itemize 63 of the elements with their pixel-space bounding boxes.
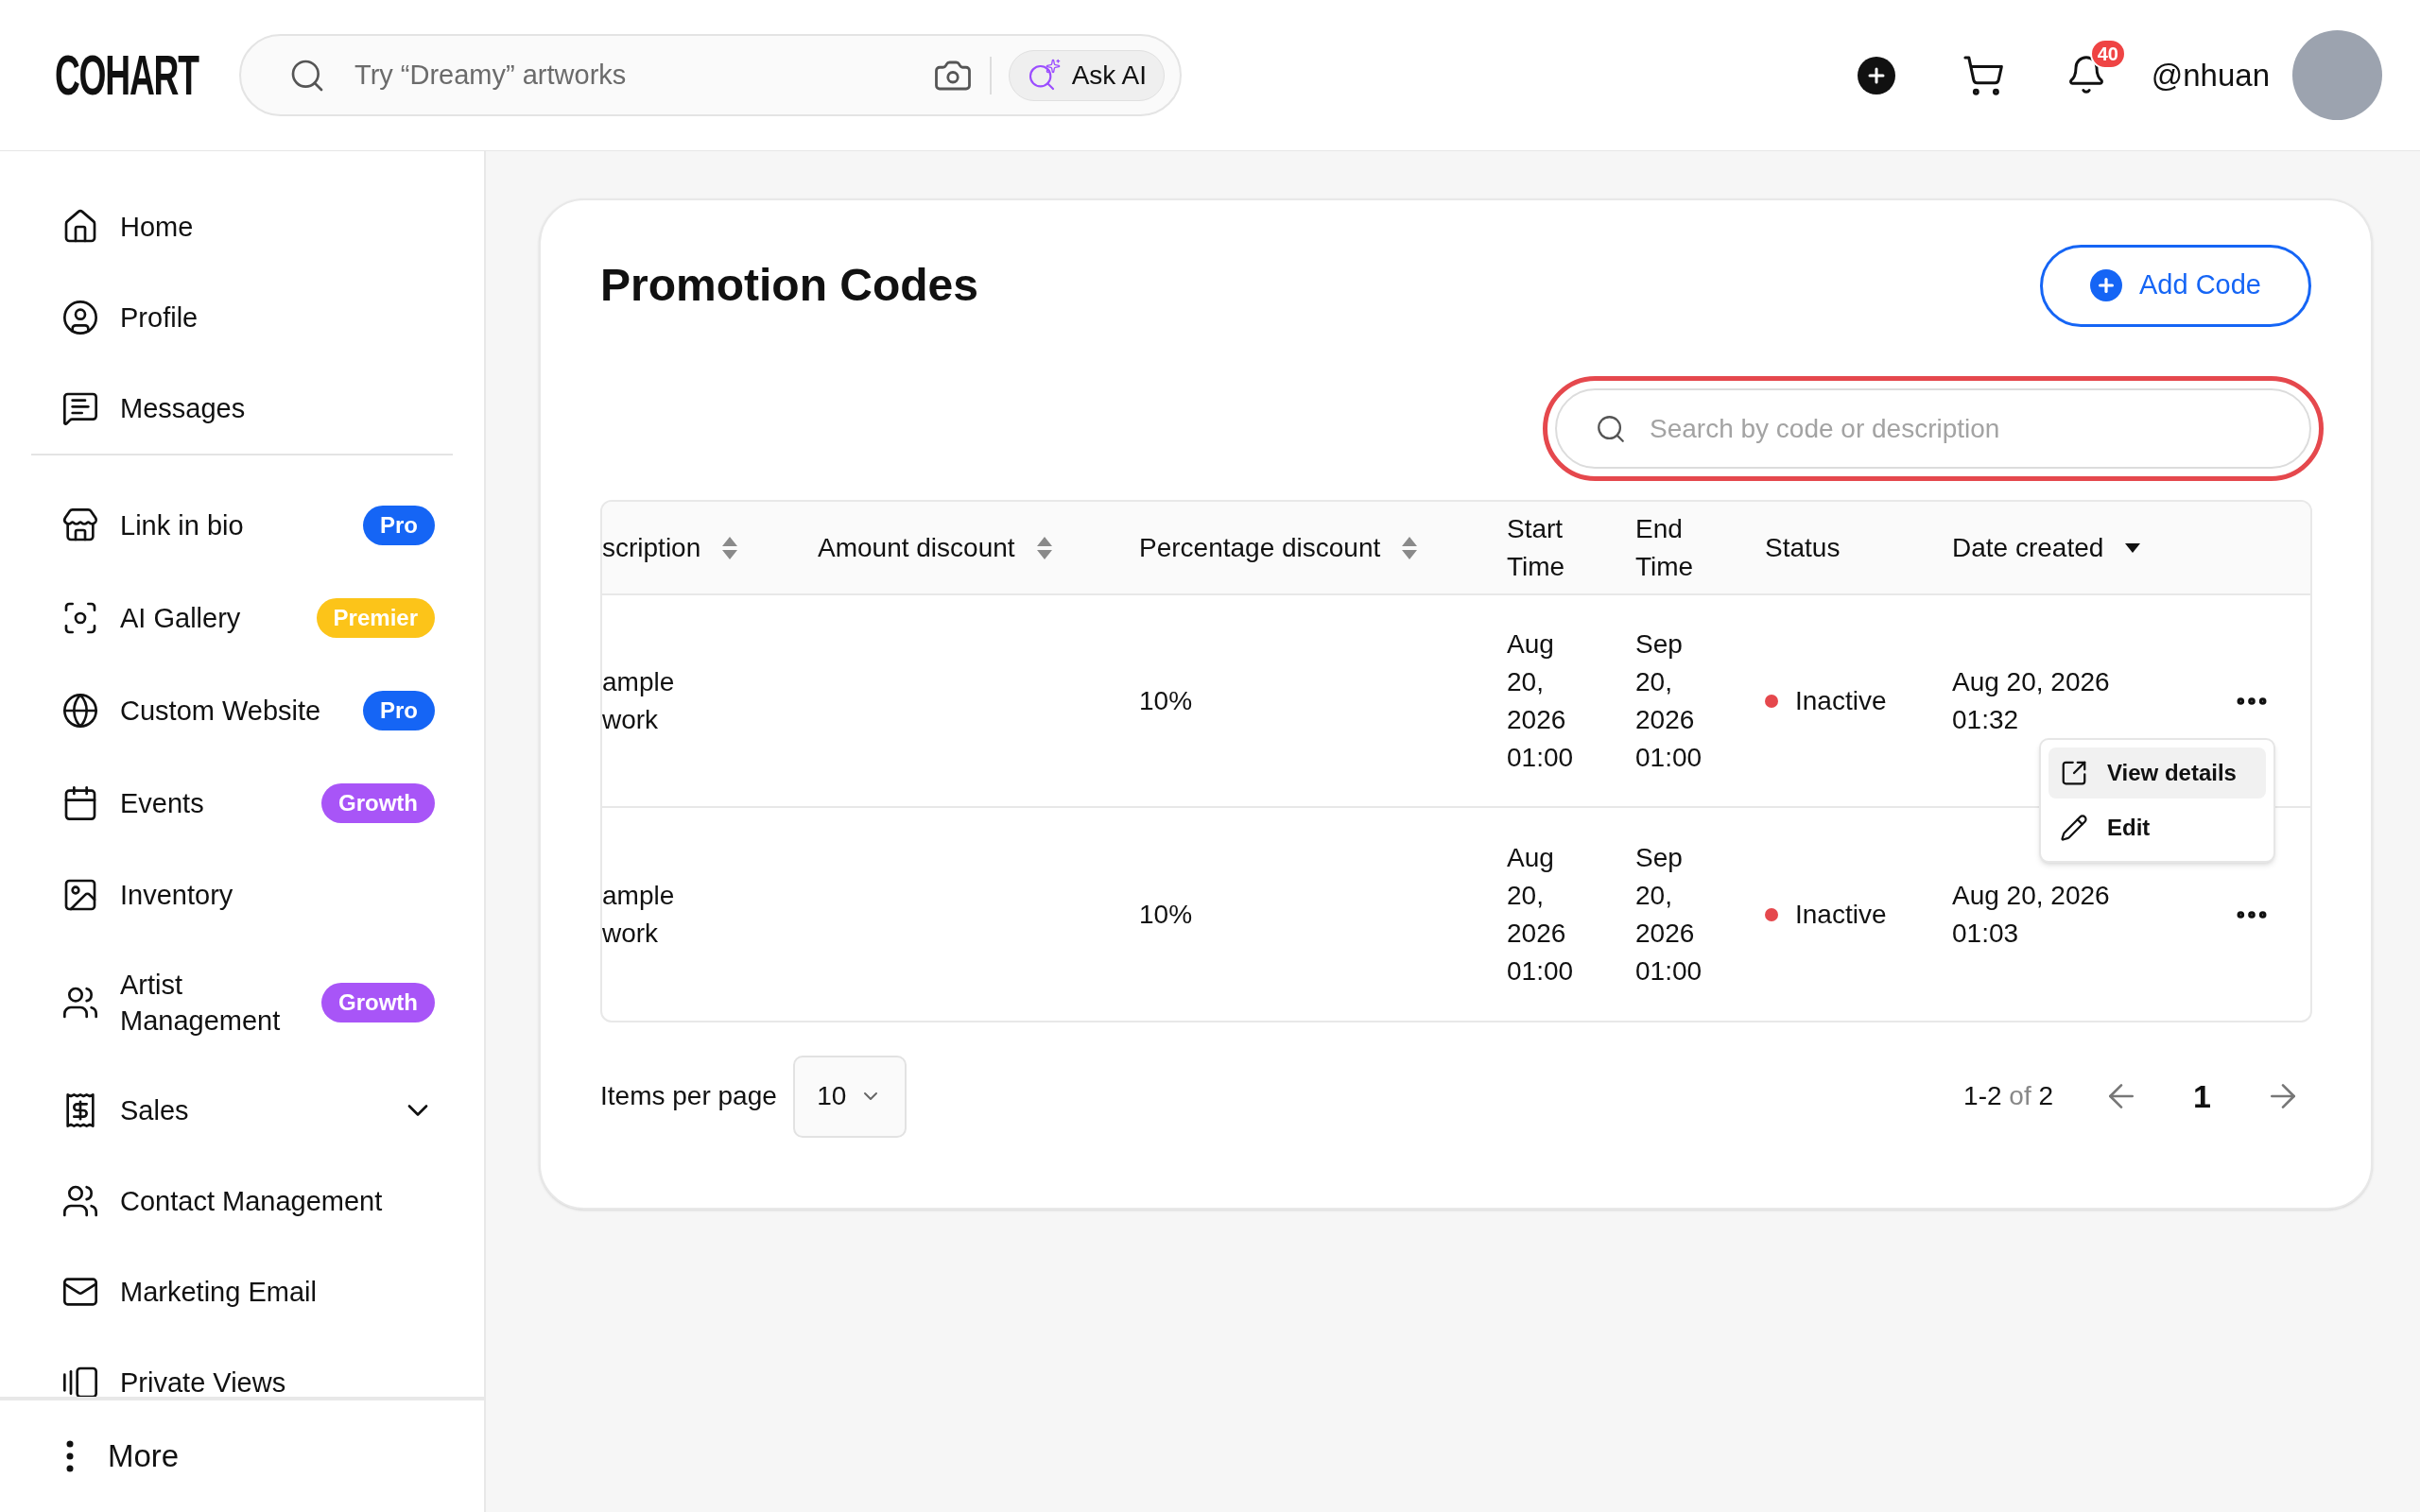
sidebar-item[interactable]: Events Growth [30, 761, 454, 846]
sidebar-item[interactable]: Messages [30, 367, 454, 450]
column-header: Start Time [1507, 512, 1566, 583]
external-link-icon [2060, 759, 2088, 787]
username[interactable]: @nhuan [2151, 51, 2270, 99]
ask-ai-button[interactable]: Ask AI [1008, 49, 1165, 101]
search-bar[interactable]: Try “Dreamy” artworks Ask AI [239, 34, 1182, 116]
per-page-select[interactable]: 10 [792, 1055, 907, 1138]
logo[interactable]: COHART [55, 46, 199, 104]
sort-icon[interactable] [1401, 535, 1419, 560]
page-title: Promotion Codes [600, 259, 978, 312]
add-button[interactable] [1857, 56, 1895, 94]
menu-item[interactable]: View details [2048, 747, 2266, 799]
sidebar-item[interactable]: Artist Management Growth [30, 944, 454, 1061]
table-cell-text: Aug 20, 2026 01:00 [1507, 627, 1575, 774]
sidebar-item[interactable]: Inventory [30, 853, 454, 936]
table-cell-text: Aug 20, 2026 01:03 [1952, 879, 2111, 950]
status-text: Inactive [1795, 898, 1887, 931]
notification-count: 40 [2089, 38, 2126, 69]
sidebar-item[interactable]: Home [30, 185, 454, 268]
plan-badge: Growth [321, 783, 435, 823]
column-header: Status [1765, 531, 1841, 564]
items-per-page-label: Items per page [600, 1080, 777, 1112]
sidebar-item[interactable]: Profile [30, 276, 454, 359]
vertical-dots-icon [66, 1440, 74, 1472]
page-range: 1-2 of 2 [1963, 1080, 2054, 1112]
current-page[interactable]: 1 [2193, 1072, 2211, 1121]
sort-icon[interactable] [1035, 535, 1053, 560]
sort-icon[interactable] [721, 535, 739, 560]
add-code-button[interactable]: Add Code [2040, 244, 2311, 327]
menu-item[interactable]: Edit [2048, 802, 2266, 853]
sidebar-item[interactable]: Marketing Email [30, 1250, 454, 1333]
table-cell-text: Sep 20, 2026 01:00 [1635, 627, 1703, 774]
table-cell: 10% [1139, 685, 1193, 715]
table-cell-text: Aug 20, 2026 01:00 [1507, 841, 1575, 988]
plan-badge: Pro [363, 691, 435, 730]
sidebar-item[interactable]: Sales [30, 1069, 454, 1152]
column-header[interactable]: Amount discount [818, 528, 1139, 567]
globe-icon [61, 692, 99, 730]
user-circle-icon [61, 299, 99, 336]
sidebar-item[interactable]: Link in bio Pro [30, 483, 454, 568]
sidebar-item[interactable]: Private Views [30, 1341, 454, 1397]
sidebar-item[interactable]: Custom Website Pro [30, 668, 454, 753]
table-cell-text: ample work [602, 665, 676, 736]
table-cell-text: Aug 20, 2026 01:32 [1952, 665, 2111, 736]
plan-badge: Pro [363, 506, 435, 545]
table-cell-text: ample work [602, 879, 676, 950]
search-input[interactable]: Search by code or description [1650, 408, 2309, 449]
status-text: Inactive [1795, 684, 1887, 717]
pencil-icon [2060, 814, 2088, 842]
search-input[interactable]: Try “Dreamy” artworks [354, 54, 933, 96]
column-header: End Time [1635, 512, 1695, 583]
sidebar-item[interactable]: Contact Management [30, 1160, 454, 1243]
plan-badge: Premier [316, 598, 435, 638]
sidebar-item[interactable]: AI Gallery Premier [30, 576, 454, 661]
table-cell-text: Sep 20, 2026 01:00 [1635, 841, 1703, 988]
column-header[interactable]: scription [602, 528, 818, 567]
sort-descending-icon[interactable] [2124, 541, 2142, 554]
plan-badge: Growth [321, 983, 435, 1022]
more-button[interactable]: More [66, 1433, 180, 1480]
column-header[interactable]: Date created [1952, 528, 2236, 567]
column-header[interactable]: Percentage discount [1139, 528, 1507, 567]
table-cell: 10% [1139, 899, 1193, 929]
